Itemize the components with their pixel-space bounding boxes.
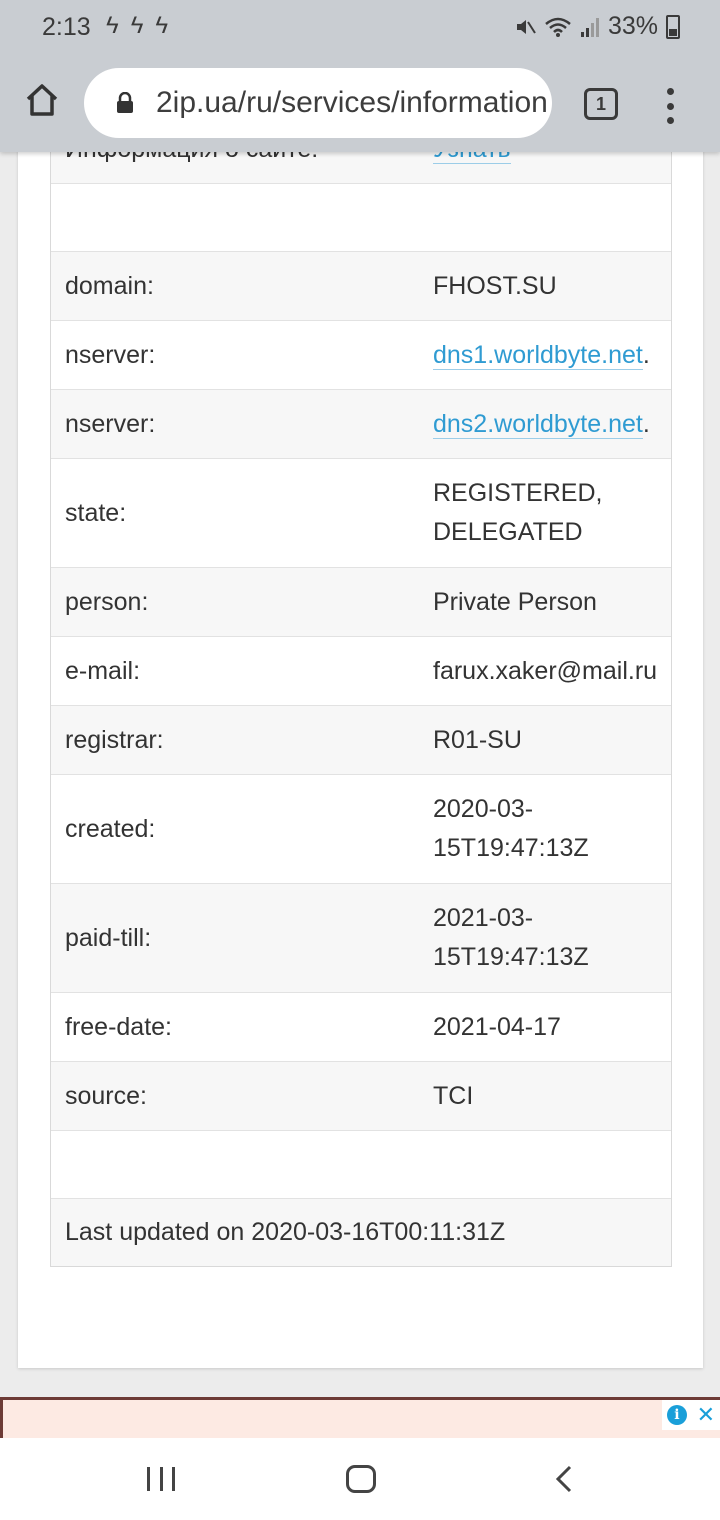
url-bar[interactable]: 2ip.ua/ru/services/information [84,68,552,138]
tab-switcher-button[interactable]: 1 [584,88,618,120]
last-updated-row: Last updated on 2020-03-16T00:11:31Z [51,1198,671,1266]
whois-value: 2021-04-17 [433,1008,671,1047]
lock-icon [117,92,133,113]
whois-row: source: TCI [51,1061,671,1130]
whois-value-line: farux.xaker@mail.ru [433,656,658,685]
ad-close-icon[interactable]: ✕ [697,1404,715,1426]
overflow-menu-icon[interactable] [662,86,678,126]
whois-value-line: Private Person [433,587,597,616]
whois-table: Информация о сайте: Узнать domain:FHOST.… [50,100,672,1267]
whois-row: e-mail: farux.xaker@mail.ru [51,636,671,705]
whois-row: registrar: R01-SU [51,705,671,774]
last-updated-text: Last updated on 2020-03-16T00:11:31Z [65,1218,506,1246]
whois-row: free-date: 2021-04-17 [51,992,671,1061]
whois-value-line: 15T19:47:13Z [433,834,589,862]
whois-value-line: 2021-04-17 [433,1012,561,1041]
nameserver-suffix: . [642,340,650,369]
status-bar: 2:13 ϟ ϟ ϟ 33% [0,0,720,56]
ad-banner[interactable]: i ✕ [0,1397,720,1441]
whois-row: paid-till: 2021-03- 15T19:47:13Z [51,883,671,992]
nameserver-suffix: . [642,409,650,438]
status-time: 2:13 [42,13,91,41]
whois-key: registrar: [65,725,164,754]
whois-key: person: [65,587,149,616]
whois-value-line: DELEGATED [433,518,583,546]
whois-value: FHOST.SU [433,267,671,306]
signal-icon [580,17,599,37]
whois-row: nserver: dns1.worldbyte.net. [51,320,671,389]
whois-key: paid-till: [65,923,152,952]
whois-row: state: REGISTERED, DELEGATED [51,458,671,567]
bolt-icon: ϟ [155,12,169,39]
system-icons: 33% [514,12,680,41]
url-text[interactable]: 2ip.ua/ru/services/information [156,86,546,120]
home-nav-icon[interactable] [346,1465,376,1493]
whois-row: created: 2020-03- 15T19:47:13Z [51,774,671,883]
nameserver-link[interactable]: dns2.worldbyte.net [433,409,643,439]
whois-value-line: TCI [433,1081,474,1110]
whois-key: domain: [65,271,154,300]
whois-value[interactable]: dns2.worldbyte.net. [433,405,671,444]
whois-row: person: Private Person [51,567,671,636]
whois-row: domain: FHOST.SU [51,251,671,320]
whois-value: farux.xaker@mail.ru [433,652,671,691]
bolt-icon: ϟ [130,12,144,39]
recent-apps-icon[interactable] [147,1467,175,1491]
whois-value-line: 2021-03- [433,904,534,932]
whois-key: state: [65,498,127,527]
back-icon[interactable] [552,1464,576,1494]
ad-info-icon[interactable]: i [666,1405,687,1425]
browser-chrome: 2:13 ϟ ϟ ϟ 33% 2ip.ua/ru/services/inform… [0,0,720,152]
whois-value: TCI [433,1077,671,1116]
whois-value-line: R01-SU [433,725,522,754]
whois-key: free-date: [65,1012,173,1041]
battery-icon [666,14,680,39]
nameserver-link[interactable]: dns1.worldbyte.net [433,340,643,370]
system-nav-bar [0,1438,720,1520]
whois-value-line: FHOST.SU [433,271,557,300]
wifi-icon [545,17,571,37]
whois-value-line: 2020-03- [433,795,534,823]
whois-value: REGISTERED, DELEGATED [433,474,671,552]
notification-icons: ϟ ϟ ϟ [106,12,168,40]
whois-value-line: REGISTERED, [433,479,603,507]
whois-value[interactable]: dns1.worldbyte.net. [433,336,671,375]
battery-percent: 33% [607,12,658,40]
spacer-row [51,183,671,251]
whois-key: nserver: [65,340,156,369]
content-card: Информация о сайте: Узнать domain:FHOST.… [18,100,703,1368]
whois-value: R01-SU [433,721,671,760]
whois-row: nserver: dns2.worldbyte.net. [51,389,671,458]
home-icon[interactable] [22,80,62,120]
ad-choices-badge[interactable]: i ✕ [662,1400,720,1430]
whois-value: Private Person [433,583,671,622]
whois-value: 2020-03- 15T19:47:13Z [433,790,671,868]
spacer-row [51,1130,671,1198]
whois-key: created: [65,814,156,843]
bolt-icon: ϟ [106,12,119,39]
browser-toolbar: 2ip.ua/ru/services/information 1 [0,56,720,152]
whois-key: e-mail: [65,656,141,685]
whois-value-line: 15T19:47:13Z [433,943,589,971]
mute-icon [516,19,536,34]
whois-value: 2021-03- 15T19:47:13Z [433,899,671,977]
whois-key: source: [65,1081,147,1110]
whois-key: nserver: [65,409,156,438]
